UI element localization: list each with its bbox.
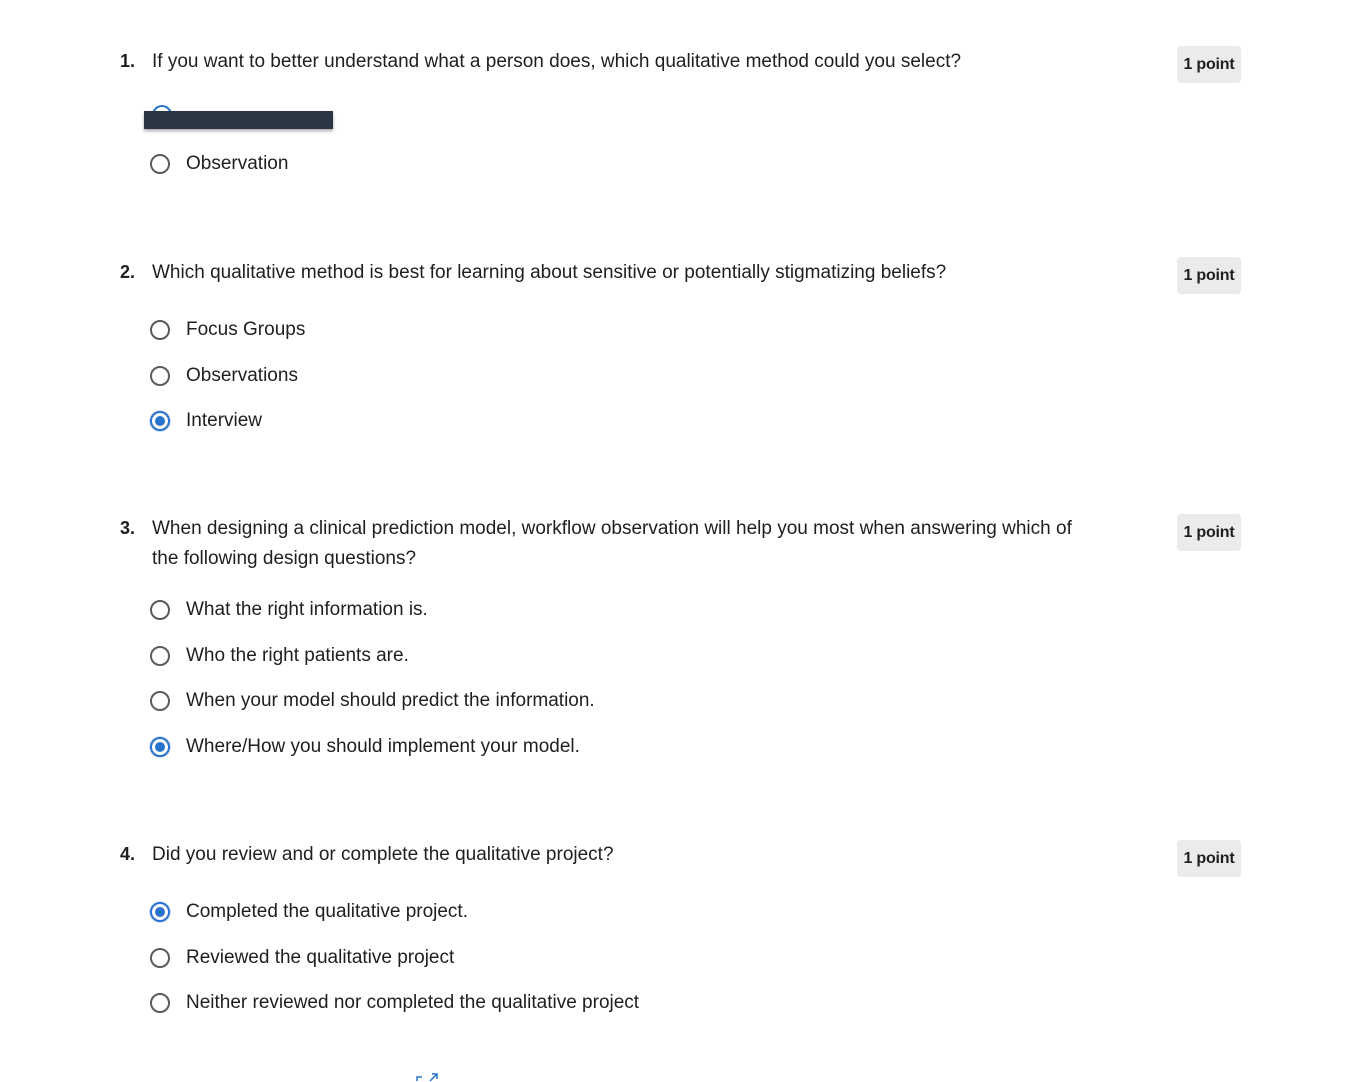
option-label: When your model should predict the infor…	[186, 690, 595, 711]
points-badge: 1 point	[1177, 840, 1241, 877]
radio-button[interactable]	[150, 366, 170, 386]
radio-button[interactable]	[150, 948, 170, 968]
radio-button[interactable]	[150, 993, 170, 1013]
option-label: Observations	[186, 365, 298, 386]
option-label: Interview	[186, 410, 263, 431]
option-label: Where/How you should implement your mode…	[186, 736, 580, 757]
question-text: Did you review and or complete the quali…	[152, 844, 614, 865]
option-focus-groups[interactable]: Focus Groups	[150, 316, 305, 344]
radio-button[interactable]	[150, 154, 170, 174]
radio-button-selected[interactable]	[150, 411, 170, 431]
option-right-information[interactable]: What the right information is.	[150, 596, 428, 624]
option-label: Completed the qualitative project.	[186, 901, 468, 922]
radio-button-selected[interactable]	[150, 902, 170, 922]
question-number: 2.	[120, 262, 136, 282]
option-label: Neither reviewed nor completed the quali…	[186, 992, 640, 1013]
option-completed[interactable]: Completed the qualitative project.	[150, 898, 468, 926]
option-label: Observation	[186, 153, 289, 174]
option-observation[interactable]: Observation	[150, 150, 288, 178]
option-when-predict[interactable]: When your model should predict the infor…	[150, 687, 595, 715]
question-number: 1.	[120, 51, 136, 71]
radio-button-selected[interactable]	[150, 737, 170, 757]
radio-button[interactable]	[150, 600, 170, 620]
option-right-patients[interactable]: Who the right patients are.	[150, 642, 409, 670]
external-link-icon[interactable]	[416, 1072, 440, 1082]
option-label: What the right information is.	[186, 599, 428, 620]
option-observations[interactable]: Observations	[150, 362, 298, 390]
redaction-bar	[144, 111, 333, 129]
points-badge: 1 point	[1177, 46, 1241, 83]
points-badge: 1 point	[1177, 514, 1241, 551]
radio-button[interactable]	[150, 646, 170, 666]
option-label: Focus Groups	[186, 319, 306, 340]
option-reviewed[interactable]: Reviewed the qualitative project	[150, 944, 454, 972]
question-number: 4.	[120, 844, 136, 864]
option-interview[interactable]: Interview	[150, 407, 262, 435]
option-neither[interactable]: Neither reviewed nor completed the quali…	[150, 989, 639, 1017]
points-badge: 1 point	[1177, 257, 1241, 294]
option-label: Reviewed the qualitative project	[186, 947, 455, 968]
question-number: 3.	[120, 518, 136, 538]
radio-button[interactable]	[150, 320, 170, 340]
question-text: Which qualitative method is best for lea…	[152, 262, 947, 283]
question-text: When designing a clinical prediction mod…	[152, 518, 1072, 569]
option-label: Who the right patients are.	[186, 645, 409, 666]
question-text: If you want to better understand what a …	[152, 51, 962, 72]
option-where-implement[interactable]: Where/How you should implement your mode…	[150, 733, 580, 761]
radio-button[interactable]	[150, 691, 170, 711]
